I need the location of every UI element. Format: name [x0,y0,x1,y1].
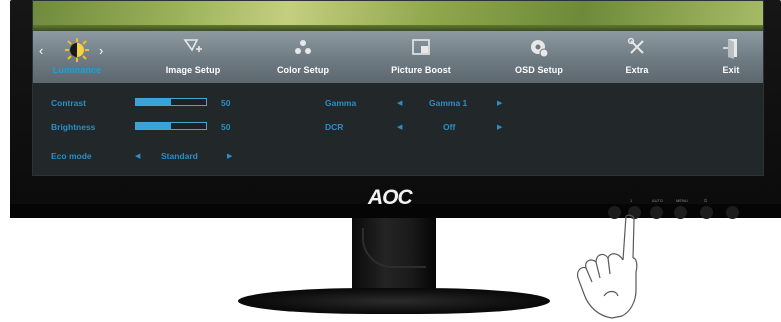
contrast-slider-fill [136,99,171,105]
aoc-logo: AOC [368,186,413,209]
tab-color-setup[interactable]: Color Setup [263,31,343,83]
brightness-value: 50 [221,122,231,132]
tab-osd-setup[interactable]: OSD Setup [499,31,579,83]
exit-icon [722,37,740,64]
osd-tab-bar: ‹ › Luminance Image Setup Color Setup Pi… [33,31,763,83]
tab-picture-boost[interactable]: Picture Boost [379,31,463,83]
tab-image-setup-label: Image Setup [165,65,221,75]
brightness-label: Brightness [51,122,96,132]
monitor-button-menu[interactable] [674,206,687,219]
gamma-left-arrow-icon[interactable]: ◀ [397,99,402,107]
monitor-screen: ‹ › Luminance Image Setup Color Setup Pi… [32,0,764,176]
brightness-slider-fill [136,123,171,129]
osd-settings-panel: Contrast 50 Brightness 50 Eco mode ◀ Sta… [33,83,763,175]
eco-mode-right-arrow-icon[interactable]: ▶ [227,152,232,160]
brightness-slider[interactable] [135,122,207,130]
dcr-value: Off [443,122,456,132]
tab-extra[interactable]: Extra [609,31,665,83]
monitor-stand-base [238,288,550,314]
extra-icon [627,37,647,62]
gamma-right-arrow-icon[interactable]: ▶ [497,99,502,107]
color-setup-icon [293,37,313,62]
gamma-value: Gamma 1 [429,98,468,108]
contrast-label: Contrast [51,98,86,108]
tab-color-setup-label: Color Setup [276,65,330,75]
tab-exit[interactable]: Exit [711,31,751,83]
tab-extra-label: Extra [625,65,649,75]
tab-luminance-label: Luminance [52,65,102,75]
dcr-label: DCR [325,122,344,132]
eco-mode-label: Eco mode [51,151,92,161]
contrast-value: 50 [221,98,231,108]
contrast-slider[interactable] [135,98,207,106]
picture-boost-icon [411,37,431,62]
monitor-button-power[interactable] [700,206,713,219]
tab-picture-boost-label: Picture Boost [391,65,451,75]
eco-mode-left-arrow-icon[interactable]: ◀ [135,152,140,160]
tab-osd-setup-label: OSD Setup [515,65,563,75]
dcr-left-arrow-icon[interactable]: ◀ [397,123,402,131]
eco-mode-value: Standard [161,151,198,161]
button-menu-label: MENU [676,198,688,203]
button-power-label: ⏻ [704,198,708,203]
button-auto-label: AUTO [652,198,664,203]
tab-exit-label: Exit [722,65,740,75]
gamma-label: Gamma [325,98,357,108]
pointing-hand-icon [577,214,638,319]
osd-setup-icon [528,37,550,64]
monitor-button-auto[interactable] [650,206,663,219]
dcr-right-arrow-icon[interactable]: ▶ [497,123,502,131]
button-1-label: 1 [630,198,633,203]
tab-luminance[interactable]: Luminance [43,31,111,83]
image-setup-icon [182,37,204,62]
monitor-button-extra[interactable] [726,206,739,219]
desktop-wallpaper [33,1,763,31]
luminance-icon [64,37,90,68]
tab-image-setup[interactable]: Image Setup [153,31,233,83]
